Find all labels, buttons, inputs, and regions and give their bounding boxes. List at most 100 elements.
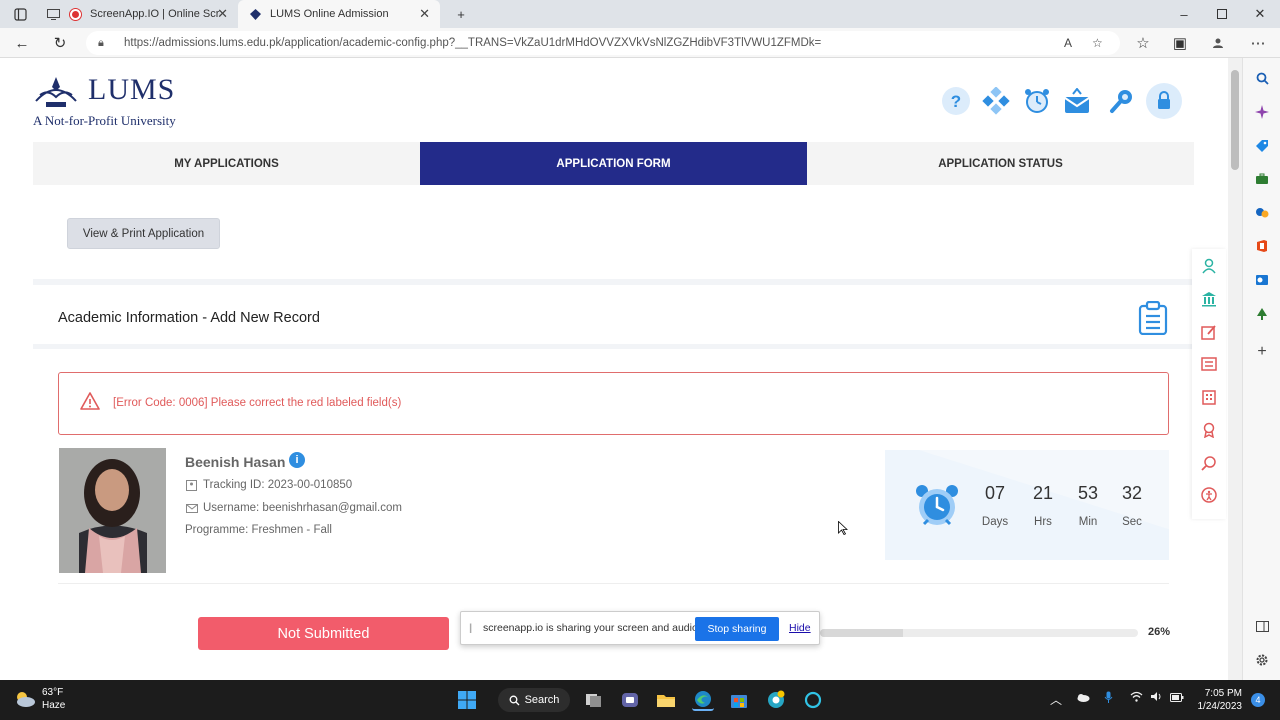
notification-count-badge[interactable]: 4 [1251, 693, 1265, 707]
lock-account-icon[interactable] [1146, 83, 1182, 119]
settings-gear-icon[interactable] [1254, 652, 1270, 668]
new-tab-icon[interactable]: + [442, 0, 480, 28]
tab-title: LUMS Online Admission [270, 8, 389, 20]
task-view-icon[interactable] [583, 689, 605, 711]
stop-sharing-button[interactable]: Stop sharing [695, 617, 779, 641]
mail-icon[interactable] [1059, 83, 1095, 119]
alexa-icon[interactable] [802, 689, 824, 711]
window-close-icon[interactable]: ✕ [1241, 0, 1279, 28]
sidebar-layout-icon[interactable] [1254, 618, 1270, 634]
tab-lums[interactable]: LUMS Online Admission ✕ [238, 0, 440, 28]
page-scrollbar[interactable] [1228, 58, 1242, 680]
award-icon[interactable] [1200, 421, 1218, 439]
countdown-minutes-label: Min [1078, 516, 1098, 528]
more-options-icon[interactable]: ⋯ [1248, 33, 1268, 53]
search-record-icon[interactable] [1200, 454, 1218, 472]
os-taskbar: 63°F Haze Search ︿ 7:05 PM 1/24/2023 4 [0, 680, 1280, 720]
countdown-days: 07 [984, 483, 1006, 503]
view-print-application-button[interactable]: View & Print Application [67, 218, 220, 249]
hide-link[interactable]: Hide [789, 622, 811, 634]
back-icon[interactable]: ← [12, 33, 32, 53]
document-list-icon[interactable] [1200, 355, 1218, 373]
building-icon[interactable] [1200, 388, 1218, 406]
programme-text: Programme: Freshmen - Fall [185, 524, 332, 536]
onedrive-cloud-icon[interactable] [1076, 691, 1090, 705]
countdown-seconds: 32 [1121, 483, 1143, 503]
institution-icon[interactable] [1200, 290, 1218, 308]
info-icon[interactable]: i [289, 452, 305, 468]
alarm-clock-icon[interactable] [1019, 83, 1055, 119]
id-card-icon [185, 479, 198, 491]
lums-favicon-icon [248, 7, 262, 21]
url-field[interactable]: 🔒︎ https://admissions.lums.edu.pk/applic… [86, 31, 1120, 55]
search-icon[interactable] [1254, 70, 1270, 86]
search-key-icon[interactable] [1104, 83, 1140, 119]
shopping-tag-icon[interactable] [1254, 138, 1270, 154]
print-card: View & Print Application [33, 185, 1194, 285]
drag-handle-icon[interactable]: || [469, 623, 473, 634]
file-explorer-icon[interactable] [655, 689, 677, 711]
profile-icon[interactable] [1208, 33, 1228, 53]
copilot-sparkle-icon[interactable] [1254, 104, 1270, 120]
progress-fill [820, 629, 903, 637]
apps-diamond-icon[interactable] [978, 83, 1014, 119]
username-text: Username: beenishrhasan@gmail.com [203, 502, 402, 514]
maximize-icon[interactable] [1203, 0, 1241, 28]
minimize-icon[interactable]: – [1165, 0, 1203, 28]
store-icon[interactable] [728, 689, 750, 711]
weather-widget[interactable]: 63°F Haze [14, 686, 65, 712]
windows-start-icon[interactable] [456, 689, 478, 711]
add-sidebar-app-icon[interactable]: + [1254, 343, 1270, 360]
chrome-canary-icon[interactable] [765, 689, 787, 711]
clipboard-icon [1138, 301, 1168, 335]
scrollbar-thumb[interactable] [1231, 70, 1239, 170]
outlook-icon[interactable] [1254, 272, 1270, 288]
taskbar-search[interactable]: Search [498, 688, 570, 712]
accessibility-icon[interactable] [1200, 486, 1218, 504]
refresh-icon[interactable]: ↻ [50, 33, 70, 53]
teams-chat-icon[interactable] [619, 689, 641, 711]
tab-screenapp[interactable]: ScreenApp.IO | Online Scree ✕ [36, 0, 238, 28]
microphone-icon[interactable] [1104, 691, 1113, 707]
tab-title: ScreenApp.IO | Online Scree [90, 8, 220, 20]
show-hidden-icons-icon[interactable]: ︿ [1050, 691, 1062, 708]
volume-icon[interactable] [1150, 691, 1163, 705]
main-nav-tabs: MY APPLICATIONS APPLICATION FORM APPLICA… [33, 142, 1194, 185]
tab-application-form[interactable]: APPLICATION FORM [420, 142, 807, 185]
favorite-add-icon[interactable]: ☆ [1092, 36, 1103, 50]
help-icon[interactable]: ? [938, 83, 974, 119]
read-aloud-icon[interactable]: A [1064, 36, 1072, 50]
tree-icon[interactable] [1254, 306, 1270, 322]
programme: Programme: Freshmen - Fall [185, 524, 332, 536]
tools-briefcase-icon[interactable] [1254, 171, 1270, 187]
progress-percent: 26% [1148, 626, 1171, 638]
system-clock[interactable]: 7:05 PM 1/24/2023 [1188, 687, 1243, 713]
section-title: Academic Information - Add New Record [58, 310, 320, 326]
close-tab-icon[interactable]: ✕ [217, 6, 228, 22]
edit-form-icon[interactable] [1200, 323, 1218, 341]
applicant-name: Beenish Hasan [185, 454, 286, 470]
completion-progress-bar [820, 629, 1138, 637]
office-icon[interactable] [1254, 238, 1270, 254]
edge-browser-icon[interactable] [692, 689, 714, 711]
games-icon[interactable] [1254, 204, 1270, 220]
lock-icon: 🔒︎ [98, 36, 104, 49]
favorites-icon[interactable]: ☆ [1133, 33, 1153, 53]
collections-icon[interactable]: ▣ [1170, 33, 1190, 53]
search-label: Search [524, 694, 560, 706]
tab-application-status[interactable]: APPLICATION STATUS [807, 142, 1194, 185]
section-header: Academic Information - Add New Record [33, 291, 1194, 349]
wifi-icon[interactable] [1130, 691, 1143, 705]
tab-actions-icon[interactable] [2, 0, 38, 28]
close-tab-icon[interactable]: ✕ [419, 6, 430, 22]
lums-logo[interactable]: LUMS A Not-for-Profit University [32, 73, 192, 131]
countdown-hours: 21 [1032, 483, 1054, 503]
tab-my-applications[interactable]: MY APPLICATIONS [33, 142, 420, 185]
username: Username: beenishrhasan@gmail.com [185, 502, 402, 514]
section-rail [1192, 249, 1226, 519]
tracking-id: Tracking ID: 2023-00-010850 [185, 479, 352, 491]
personal-info-icon[interactable] [1200, 257, 1218, 275]
share-message: screenapp.io is sharing your screen and … [483, 622, 701, 634]
battery-icon[interactable] [1170, 691, 1184, 705]
avatar [59, 448, 166, 573]
